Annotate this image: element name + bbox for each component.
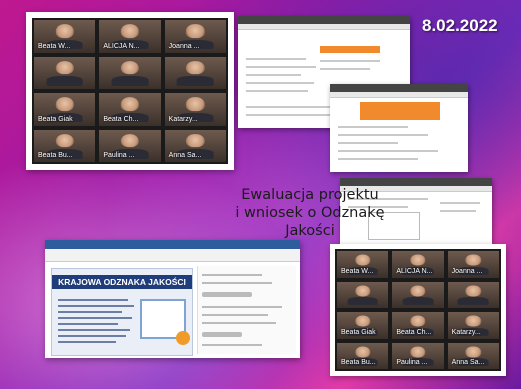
participant-name: Beata Giak bbox=[341, 328, 376, 336]
video-tile: Beata W... bbox=[337, 251, 389, 278]
video-tile bbox=[447, 281, 499, 308]
video-tile bbox=[164, 56, 226, 89]
meeting-photo-top: Beata W... ALICJA N... Joanna ... Beata … bbox=[26, 12, 234, 170]
video-tile: Katarzy... bbox=[164, 93, 226, 126]
participant-name: Katarzy... bbox=[168, 115, 198, 123]
video-tile: Paulina ... bbox=[99, 129, 161, 162]
slide-banner: KRAJOWA ODZNAKA JAKOŚCI bbox=[52, 275, 192, 289]
video-tile: ALICJA N... bbox=[392, 251, 444, 278]
participant-name: Anna Sa... bbox=[451, 359, 485, 366]
video-tile: Beata Giak bbox=[337, 312, 389, 339]
video-tile bbox=[34, 56, 96, 89]
screenshot-twinspace-2 bbox=[330, 84, 468, 172]
video-tile: Joanna ... bbox=[164, 20, 226, 53]
side-panel bbox=[197, 266, 296, 354]
video-tile: Beata Bu... bbox=[34, 129, 96, 162]
participant-name: Joanna ... bbox=[168, 42, 200, 50]
video-tile: Beata W... bbox=[34, 20, 96, 53]
participant-name: Beata W... bbox=[341, 267, 374, 275]
date-label: 8.02.2022 bbox=[422, 16, 498, 35]
participant-name: Beata Bu... bbox=[341, 359, 376, 366]
collage-title: Ewaluacja projektu i wniosek o Odznakę J… bbox=[210, 186, 410, 240]
participant-name: Paulina ... bbox=[396, 359, 428, 366]
video-tile: Beata Ch... bbox=[392, 312, 444, 339]
screenshot-presentation: KRAJOWA ODZNAKA JAKOŚCI bbox=[45, 240, 300, 358]
video-tile: Paulina ... bbox=[392, 342, 444, 369]
participant-name: ALICJA N... bbox=[103, 42, 140, 50]
title-line-1: Ewaluacja projektu bbox=[241, 187, 379, 203]
video-tile: ALICJA N... bbox=[99, 20, 161, 53]
video-tile bbox=[392, 281, 444, 308]
video-tile: Joanna ... bbox=[447, 251, 499, 278]
video-tile: Beata Bu... bbox=[337, 342, 389, 369]
participant-name: Katarzy... bbox=[451, 328, 481, 336]
participant-name: Beata W... bbox=[38, 42, 71, 50]
participant-name: Joanna ... bbox=[451, 267, 483, 275]
participant-name: Beata Ch... bbox=[103, 115, 139, 123]
video-grid: Beata W... ALICJA N... Joanna ... Beata … bbox=[32, 18, 228, 164]
participant-name: ALICJA N... bbox=[396, 267, 433, 275]
video-tile: Katarzy... bbox=[447, 312, 499, 339]
video-tile: Beata Giak bbox=[34, 93, 96, 126]
video-tile bbox=[337, 281, 389, 308]
participant-name: Beata Ch... bbox=[396, 328, 432, 336]
video-tile bbox=[99, 56, 161, 89]
title-line-2: i wniosek o Odznakę Jakości bbox=[235, 205, 385, 239]
certificate-icon bbox=[140, 299, 190, 345]
collage-canvas: Beata W... ALICJA N... Joanna ... Beata … bbox=[0, 0, 521, 389]
video-tile: Beata Ch... bbox=[99, 93, 161, 126]
meeting-photo-bottom: Beata W... ALICJA N... Joanna ... Beata … bbox=[330, 244, 506, 376]
video-grid: Beata W... ALICJA N... Joanna ... Beata … bbox=[335, 249, 501, 371]
participant-name: Paulina ... bbox=[103, 152, 135, 159]
slide-pane: KRAJOWA ODZNAKA JAKOŚCI bbox=[51, 268, 193, 356]
participant-name: Beata Giak bbox=[38, 115, 73, 123]
video-tile: Anna Sa... bbox=[447, 342, 499, 369]
participant-name: Beata Bu... bbox=[38, 152, 73, 159]
participant-name: Anna Sa... bbox=[168, 152, 202, 159]
video-tile: Anna Sa... bbox=[164, 129, 226, 162]
